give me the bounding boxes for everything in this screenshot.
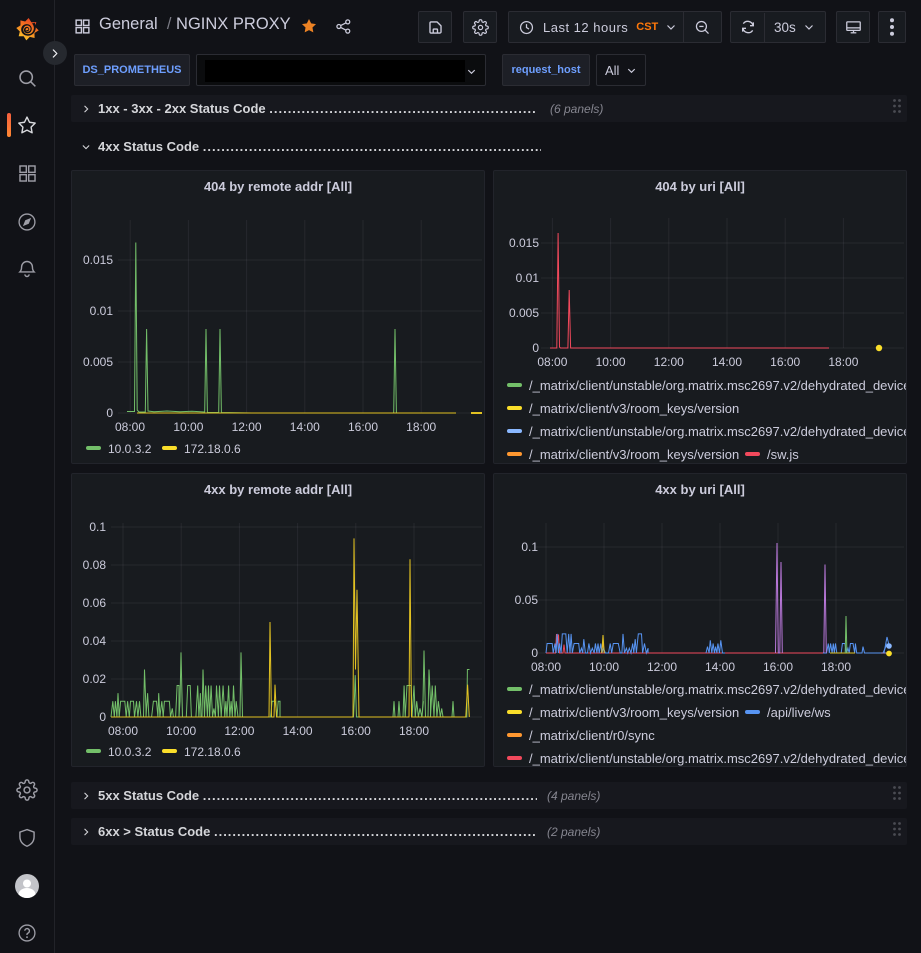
svg-text:0.05: 0.05	[515, 593, 539, 607]
svg-text:08:00: 08:00	[115, 420, 145, 434]
svg-text:08:00: 08:00	[537, 355, 567, 369]
svg-text:0: 0	[99, 710, 106, 724]
svg-text:10:00: 10:00	[166, 724, 196, 738]
svg-text:14:00: 14:00	[290, 420, 320, 434]
svg-text:10:00: 10:00	[173, 420, 203, 434]
svg-text:14:00: 14:00	[712, 355, 742, 369]
svg-text:0.005: 0.005	[83, 355, 113, 369]
svg-text:16:00: 16:00	[348, 420, 378, 434]
svg-text:0: 0	[531, 646, 538, 660]
svg-text:18:00: 18:00	[399, 724, 429, 738]
svg-text:0.1: 0.1	[89, 520, 106, 534]
svg-text:0.01: 0.01	[90, 304, 114, 318]
svg-text:16:00: 16:00	[763, 660, 793, 674]
svg-text:0.015: 0.015	[83, 253, 113, 267]
svg-text:0.1: 0.1	[521, 540, 538, 554]
svg-text:14:00: 14:00	[705, 660, 735, 674]
svg-text:12:00: 12:00	[654, 355, 684, 369]
svg-text:0.005: 0.005	[509, 306, 539, 320]
svg-text:0.04: 0.04	[83, 634, 107, 648]
svg-text:0.015: 0.015	[509, 236, 539, 250]
svg-text:12:00: 12:00	[647, 660, 677, 674]
svg-text:0: 0	[532, 341, 539, 355]
svg-text:12:00: 12:00	[232, 420, 262, 434]
svg-text:0.02: 0.02	[83, 672, 107, 686]
svg-text:0.06: 0.06	[83, 596, 107, 610]
svg-text:0.01: 0.01	[516, 271, 540, 285]
svg-text:08:00: 08:00	[531, 660, 561, 674]
svg-text:16:00: 16:00	[770, 355, 800, 369]
svg-text:18:00: 18:00	[406, 420, 436, 434]
svg-text:0: 0	[106, 406, 113, 420]
svg-text:10:00: 10:00	[596, 355, 626, 369]
svg-text:16:00: 16:00	[341, 724, 371, 738]
svg-text:18:00: 18:00	[828, 355, 858, 369]
svg-text:08:00: 08:00	[108, 724, 138, 738]
svg-text:14:00: 14:00	[283, 724, 313, 738]
svg-text:12:00: 12:00	[224, 724, 254, 738]
svg-text:18:00: 18:00	[821, 660, 851, 674]
svg-text:10:00: 10:00	[589, 660, 619, 674]
svg-text:0.08: 0.08	[83, 558, 107, 572]
